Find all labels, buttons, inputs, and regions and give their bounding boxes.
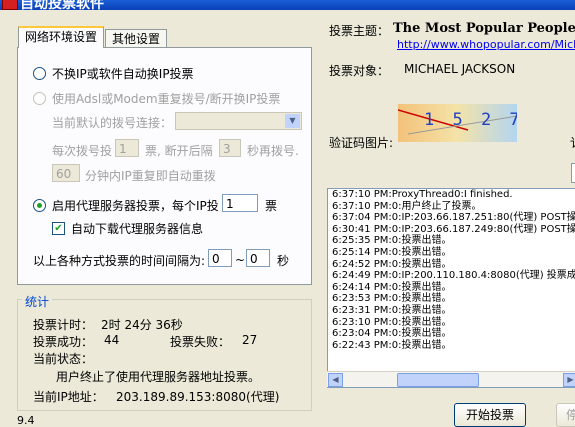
- interval-label: 以上各种方式投票的时间间隔为:: [33, 254, 206, 268]
- success-value: 44: [104, 333, 120, 347]
- log-list[interactable]: 6:37:10 PM:ProxyThread0:I finished. 6:37…: [327, 188, 575, 388]
- log-line: 6:25:35 PM:0:投票出错。: [332, 235, 452, 247]
- redial-seconds-suffix: 秒再拨号.: [247, 144, 299, 158]
- log-line: 6:23:04 PM:0:投票出错。: [332, 328, 452, 340]
- fail-value: 27: [242, 333, 258, 347]
- current-ip-label: 当前IP地址：: [33, 390, 104, 404]
- radio-adsl-redial-label: 使用Adsl或Modem重复拨号/断开换IP投票: [52, 92, 281, 106]
- scroll-right-icon[interactable]: ▶: [563, 373, 575, 387]
- captcha-text: 1 5 2 7 1: [424, 110, 517, 130]
- log-line: 6:24:14 PM:0:投票出错。: [332, 281, 452, 293]
- start-vote-button[interactable]: 开始投票: [454, 403, 526, 427]
- status-value: 用户终止了使用代理服务器地址投票。: [56, 370, 261, 384]
- scroll-left-icon[interactable]: ◀: [328, 373, 343, 387]
- interval-min-input[interactable]: 0: [208, 249, 232, 267]
- log-line: 6:24:52 PM:0:投票出错。: [332, 258, 452, 270]
- cut-label: 讠: [570, 134, 575, 151]
- success-label: 投票成功：: [33, 335, 94, 349]
- captcha-image: 1 5 2 7 1: [398, 104, 517, 142]
- log-horizontal-scrollbar[interactable]: ◀ ▶: [327, 371, 575, 387]
- topic-value: The Most Popular People: [393, 21, 575, 36]
- window-title: 自动投票软件: [20, 0, 104, 10]
- connection-dropdown[interactable]: ▼: [175, 112, 302, 130]
- auto-download-proxy-label: 自动下载代理服务器信息: [71, 222, 204, 236]
- log-line: 6:23:10 PM:0:投票出错。: [332, 316, 452, 328]
- topic-url-link[interactable]: http://www.whopopular.com/Michael: [397, 38, 575, 51]
- auto-download-proxy-checkbox[interactable]: ✔: [52, 222, 65, 235]
- redial-seconds-input[interactable]: 3: [219, 139, 241, 157]
- votes-per-dial-input[interactable]: 1: [115, 139, 139, 157]
- stats-title: 统计: [22, 293, 53, 310]
- log-line: 6:37:10 PM:ProxyThread0:I finished.: [332, 189, 513, 200]
- tab-network-settings[interactable]: 网络环境设置: [18, 26, 105, 48]
- log-line: 6:30:41 PM:0:IP:203.66.187.249:80(代理) PO…: [332, 223, 575, 235]
- votes-per-ip-input[interactable]: 1: [222, 194, 258, 212]
- radio-adsl-redial[interactable]: [33, 92, 46, 105]
- log-line: 6:37:04 PM:0:IP:203.66.187.251:80(代理) PO…: [332, 212, 575, 224]
- stop-vote-button[interactable]: 停: [556, 403, 575, 427]
- radio-no-ip-change[interactable]: [33, 67, 46, 80]
- tab-other-settings[interactable]: 其他设置: [105, 29, 168, 48]
- auto-redial-minutes-input[interactable]: 60: [52, 164, 80, 182]
- interval-separator: ~: [235, 253, 246, 267]
- log-line: 6:23:53 PM:0:投票出错。: [332, 293, 452, 305]
- log-line: 6:22:43 PM:0:投票出错。: [332, 339, 452, 351]
- captcha-input[interactable]: [571, 163, 575, 183]
- title-bar[interactable]: 自动投票软件: [0, 0, 575, 10]
- status-label: 当前状态：: [33, 352, 94, 366]
- target-value: MICHAEL JACKSON: [404, 62, 516, 76]
- app-icon: [2, 0, 18, 10]
- auto-redial-suffix: 分钟内IP重复即自动重拨: [85, 169, 216, 183]
- version-label: 9.4: [17, 414, 35, 427]
- scrollbar-thumb[interactable]: [397, 373, 479, 387]
- radio-proxy[interactable]: [33, 199, 46, 212]
- log-line: 6:23:31 PM:0:投票出错。: [332, 304, 452, 316]
- votes-per-dial-prefix: 每次拨号投: [52, 144, 113, 158]
- interval-unit: 秒: [277, 254, 290, 268]
- vote-timer-label: 投票计时：: [33, 318, 94, 332]
- log-line: 6:25:14 PM:0:投票出错。: [332, 246, 452, 258]
- log-line: 6:37:10 PM:0:用户终止了投票。: [332, 200, 482, 212]
- log-line: 6:24:49 PM:0:IP:200.110.180.4:8080(代理) 投…: [332, 270, 575, 282]
- current-connection-label: 当前默认的拨号连接：: [52, 116, 173, 130]
- radio-proxy-label: 启用代理服务器投票，每个IP投: [52, 199, 219, 213]
- votes-per-dial-mid: 票, 断开后隔: [145, 144, 213, 158]
- vote-timer-value: 2时 24分 36秒: [101, 318, 183, 332]
- target-label: 投票对象：: [329, 64, 390, 78]
- chevron-down-icon[interactable]: ▼: [285, 114, 300, 128]
- radio-no-ip-change-label: 不换IP或软件自动换IP投票: [52, 67, 194, 81]
- current-ip-value: 203.189.89.153:8080(代理): [116, 390, 280, 404]
- fail-label: 投票失败：: [170, 335, 231, 349]
- captcha-label: 验证码图片:: [329, 136, 394, 150]
- topic-label: 投票主题：: [329, 24, 390, 38]
- interval-max-input[interactable]: 0: [246, 249, 270, 267]
- votes-per-ip-suffix: 票: [265, 199, 278, 213]
